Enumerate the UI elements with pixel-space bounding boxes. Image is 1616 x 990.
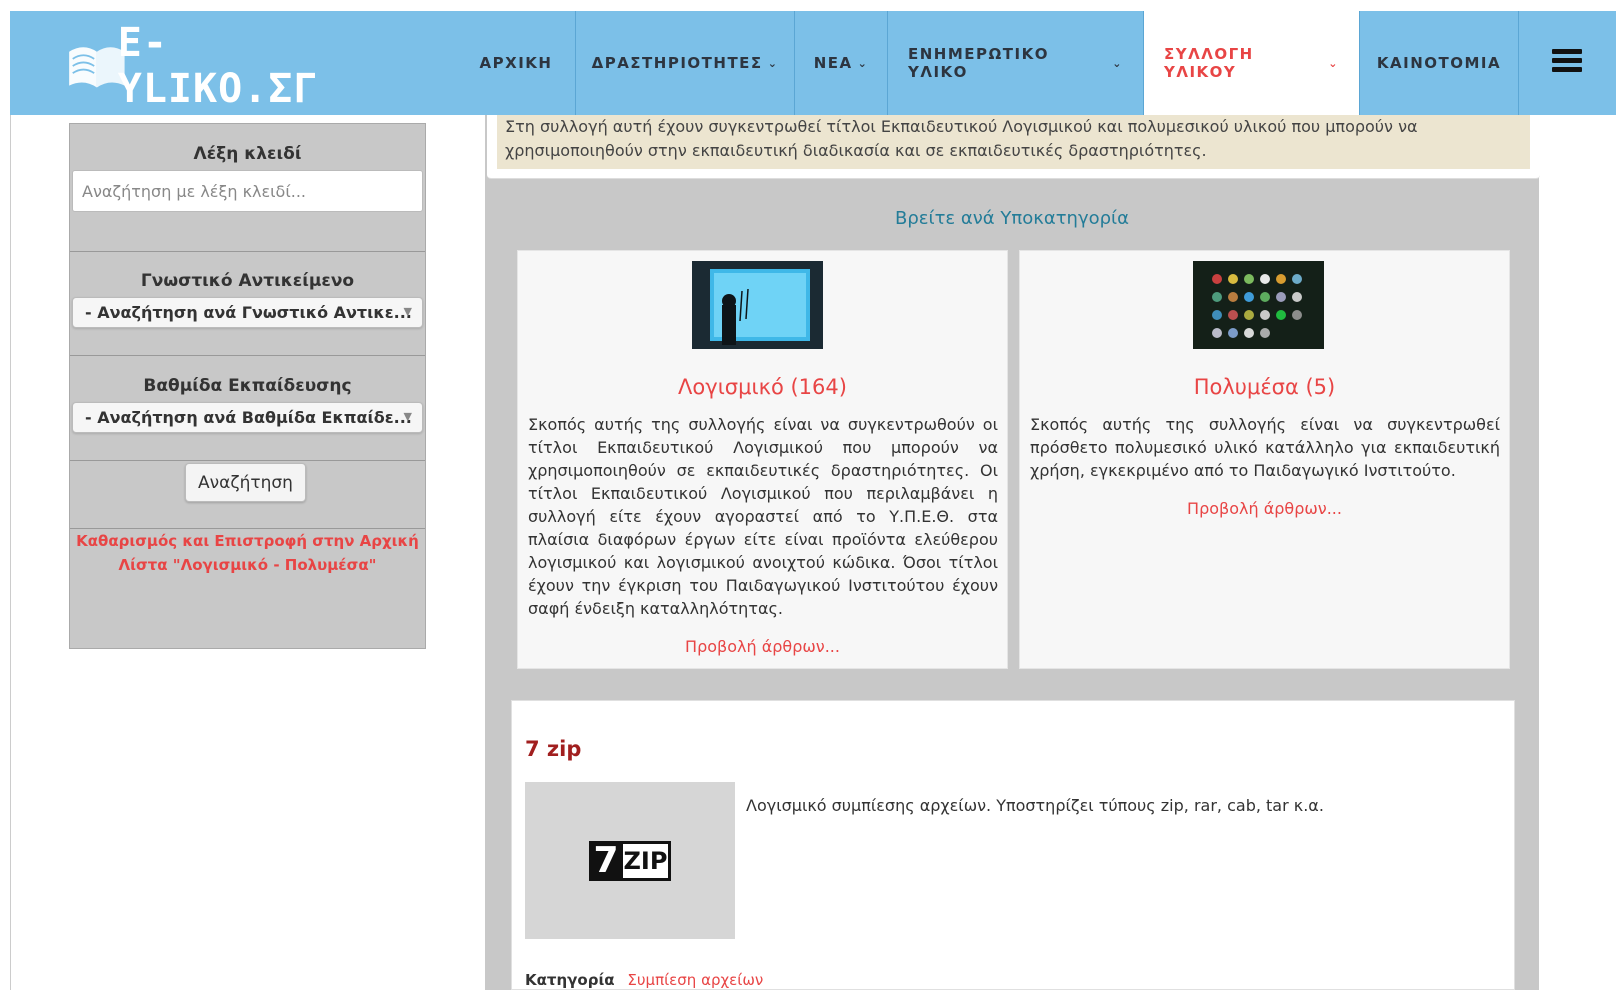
7zip-logo: 7 ZIP xyxy=(589,840,671,881)
collection-intro: Στη συλλογή αυτή έχουν συγκεντρωθεί τίτλ… xyxy=(497,115,1530,169)
keyword-label: Λέξη κλειδί xyxy=(193,144,302,164)
subject-select[interactable]: - Αναζήτηση ανά Γνωστικό Αντικε... ▼ xyxy=(72,297,423,328)
nav-info-material-label: ΕΝΗΜΕΡΩΤΙΚΟ ΥΛΙΚΟ xyxy=(908,45,1049,81)
nav-material-collection[interactable]: ΣΥΛΛΟΓΗ ΥΛΙΚΟΥ ⌄ xyxy=(1143,11,1359,115)
article-description: Λογισμικό συμπίεσης αρχείων. Υποστηρίζει… xyxy=(746,796,1324,815)
multimedia-card-description: Σκοπός αυτής της συλλογής είναι να συγκε… xyxy=(1030,415,1500,480)
nav-info-material[interactable]: ΕΝΗΜΕΡΩΤΙΚΟ ΥΛΙΚΟ ⌄ xyxy=(887,11,1143,115)
category-link[interactable]: Συμπίεση αρχείων xyxy=(627,971,763,989)
keyword-search-input[interactable]: Αναζήτηση με λέξη κλειδί... xyxy=(72,170,423,212)
divider xyxy=(70,355,425,356)
multimedia-thumbnail[interactable] xyxy=(1193,261,1324,349)
hamburger-icon[interactable] xyxy=(1552,49,1582,75)
site-logo[interactable]: E-YLIKO.ΣΓ xyxy=(62,20,342,112)
category-card-multimedia: Πολυμέσα (5) Σκοπός αυτής της συλλογής ε… xyxy=(1019,250,1510,669)
nav-material-collection-label: ΣΥΛΛΟΓΗ ΥΛΙΚΟΥ xyxy=(1164,45,1254,81)
main-nav: ΑΡΧΙΚΗ ΔΡΑΣΤΗΡΙΟΤΗΤΕΣ ⌄ ΝΕΑ ⌄ ΕΝΗΜΕΡΩΤΙΚ… xyxy=(457,11,1519,115)
nav-innovation[interactable]: ΚΑΙΝΟΤΟΜΙΑ xyxy=(1359,11,1519,115)
app-icons-grid-image xyxy=(1193,261,1324,349)
multimedia-view-articles-link[interactable]: Προβολή άρθρων... xyxy=(1020,499,1509,518)
logo-text: E-YLIKO.ΣΓ xyxy=(117,20,319,112)
article-thumbnail[interactable]: 7 ZIP xyxy=(525,782,735,939)
article-item: 7 zip 7 ZIP Λογισμικό συμπίεσης αρχείων.… xyxy=(511,700,1515,990)
divider xyxy=(70,460,425,461)
subject-select-value: - Αναζήτηση ανά Γνωστικό Αντικε... xyxy=(85,303,412,322)
chevron-down-icon: ⌄ xyxy=(1328,56,1339,70)
nav-innovation-label: ΚΑΙΝΟΤΟΜΙΑ xyxy=(1376,54,1502,72)
software-card-title[interactable]: Λογισμικό (164) xyxy=(518,375,1007,399)
category-card-software: Λογισμικό (164) Σκοπός αυτής της συλλογή… xyxy=(517,250,1008,669)
education-level-label: Βαθμίδα Εκπαίδευσης xyxy=(143,376,352,396)
subject-label: Γνωστικό Αντικείμενο xyxy=(140,271,355,291)
category-label: Κατηγορία xyxy=(525,971,615,989)
education-level-select[interactable]: - Αναζήτηση ανά Βαθμίδα Εκπαίδε... ▼ xyxy=(72,402,423,433)
reset-search-link[interactable]: Καθαρισμός και Επιστροφή στην Αρχική Λίσ… xyxy=(70,529,425,577)
7zip-logo-seven: 7 xyxy=(589,840,623,881)
search-sidebar: Λέξη κλειδί Αναζήτηση με λέξη κλειδί... … xyxy=(69,123,426,649)
software-thumbnail[interactable] xyxy=(692,261,823,349)
chevron-down-icon: ⌄ xyxy=(857,56,869,70)
nav-activities-label: ΔΡΑΣΤΗΡΙΟΤΗΤΕΣ xyxy=(591,54,763,72)
chevron-down-icon: ⌄ xyxy=(1112,56,1123,70)
nav-home-label: ΑΡΧΙΚΗ xyxy=(479,54,553,72)
nav-news-label: ΝΕΑ xyxy=(813,54,853,72)
divider xyxy=(70,251,425,252)
page-border xyxy=(10,115,11,990)
multimedia-card-title[interactable]: Πολυμέσα (5) xyxy=(1020,375,1509,399)
nav-home[interactable]: ΑΡΧΙΚΗ xyxy=(457,11,575,115)
nav-news[interactable]: ΝΕΑ ⌄ xyxy=(794,11,887,115)
nav-activities[interactable]: ΔΡΑΣΤΗΡΙΟΤΗΤΕΣ ⌄ xyxy=(575,11,794,115)
article-title[interactable]: 7 zip xyxy=(525,737,581,761)
software-view-articles-link[interactable]: Προβολή άρθρων... xyxy=(518,637,1007,656)
dropdown-arrow-icon: ▼ xyxy=(403,305,412,318)
dropdown-arrow-icon: ▼ xyxy=(403,410,412,423)
subcategory-heading: Βρείτε ανά Υποκατηγορία xyxy=(895,208,1129,229)
chevron-down-icon: ⌄ xyxy=(767,56,779,70)
article-category: Κατηγορία Συμπίεση αρχείων xyxy=(525,971,763,989)
interactive-whiteboard-image xyxy=(692,261,823,349)
search-button[interactable]: Αναζήτηση xyxy=(185,463,306,502)
software-card-description: Σκοπός αυτής της συλλογής είναι να συγκε… xyxy=(528,415,998,618)
7zip-logo-text: ZIP xyxy=(623,840,671,881)
education-level-select-value: - Αναζήτηση ανά Βαθμίδα Εκπαίδε... xyxy=(85,408,412,427)
top-navbar: E-YLIKO.ΣΓ ΑΡΧΙΚΗ ΔΡΑΣΤΗΡΙΟΤΗΤΕΣ ⌄ ΝΕΑ ⌄… xyxy=(10,11,1616,115)
